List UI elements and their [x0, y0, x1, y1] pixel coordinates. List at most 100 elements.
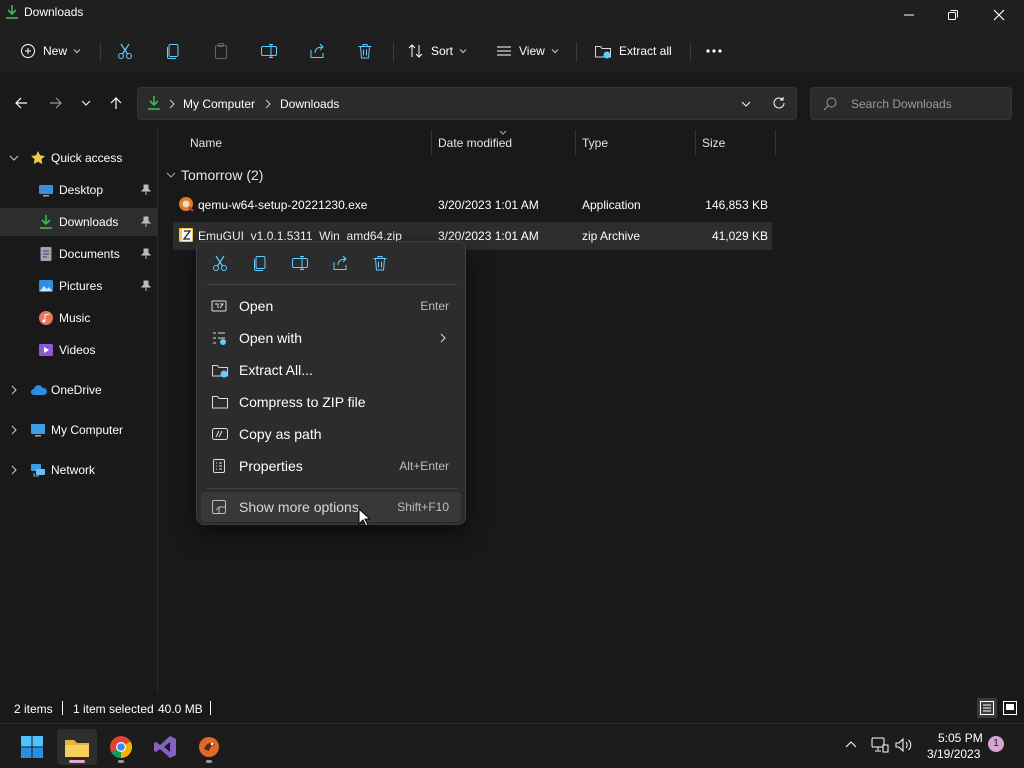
- paste-button[interactable]: [212, 34, 230, 68]
- desktop-icon: [38, 182, 54, 198]
- cut-button[interactable]: [116, 34, 134, 68]
- running-indicator: [69, 760, 85, 763]
- chevron-right-icon[interactable]: [9, 465, 19, 475]
- address-history-chevron-icon[interactable]: [741, 99, 751, 109]
- network-status-icon[interactable]: [871, 737, 889, 753]
- menu-item-compress-to-zip[interactable]: Compress to ZIP file: [201, 387, 461, 417]
- scissors-icon: [211, 254, 229, 272]
- view-list-icon: [496, 43, 512, 59]
- sidebar-item-network[interactable]: Network: [0, 456, 158, 484]
- menu-item-extract-all[interactable]: Extract All...: [201, 355, 461, 385]
- group-header[interactable]: Tomorrow (2): [181, 167, 263, 183]
- sidebar-item-music[interactable]: Music: [0, 304, 158, 332]
- sidebar-item-videos[interactable]: Videos: [0, 336, 158, 364]
- context-rename-button[interactable]: [285, 252, 315, 274]
- share-button[interactable]: [308, 34, 326, 68]
- sidebar-item-onedrive[interactable]: OneDrive: [0, 376, 158, 404]
- running-indicator: [118, 760, 124, 763]
- sidebar-item-desktop[interactable]: Desktop: [0, 176, 158, 204]
- menu-item-copy-as-path[interactable]: Copy as path: [201, 419, 461, 449]
- item-count: 2 items: [14, 702, 53, 716]
- context-share-button[interactable]: [325, 252, 355, 274]
- search-input[interactable]: Search Downloads: [851, 97, 952, 111]
- refresh-icon[interactable]: [772, 96, 786, 110]
- back-button[interactable]: [9, 88, 33, 118]
- sidebar-item-pictures[interactable]: Pictures: [0, 272, 158, 300]
- more-button[interactable]: [705, 34, 723, 68]
- breadcrumb-downloads[interactable]: Downloads: [280, 97, 339, 111]
- sidebar-item-quick-access[interactable]: Quick access: [0, 144, 158, 172]
- sidebar-item-label: Videos: [59, 343, 96, 357]
- column-header-size[interactable]: Size: [702, 136, 725, 156]
- file-row[interactable]: qemu-w64-setup-20221230.exe 3/20/2023 1:…: [173, 191, 772, 219]
- clock-time[interactable]: 5:05 PM: [938, 731, 983, 745]
- search-box[interactable]: Search Downloads: [810, 87, 1012, 120]
- start-button[interactable]: [12, 729, 52, 765]
- recent-locations-button[interactable]: [74, 88, 98, 118]
- download-icon: [38, 214, 54, 230]
- paste-icon: [212, 42, 230, 60]
- extract-all-label: Extract all: [619, 44, 672, 58]
- command-bar: New Sort View Extract all: [0, 30, 1024, 72]
- sidebar-item-downloads[interactable]: Downloads: [0, 208, 158, 236]
- view-button[interactable]: View: [496, 34, 559, 68]
- column-header-date-modified[interactable]: Date modified: [438, 136, 512, 156]
- file-type: zip Archive: [582, 229, 641, 243]
- chevron-right-icon[interactable]: [9, 425, 19, 435]
- context-cut-button[interactable]: [205, 252, 235, 274]
- notification-badge[interactable]: 1: [988, 736, 1004, 752]
- menu-item-properties[interactable]: Properties Alt+Enter: [201, 451, 461, 481]
- address-bar[interactable]: My Computer Downloads: [137, 87, 797, 120]
- context-copy-button[interactable]: [245, 252, 275, 274]
- tiles-view-button[interactable]: [1000, 698, 1020, 718]
- rename-button[interactable]: [260, 34, 278, 68]
- extract-icon: [211, 362, 229, 378]
- new-button[interactable]: New: [20, 34, 81, 68]
- chevron-right-icon[interactable]: [9, 385, 19, 395]
- taskbar-file-explorer[interactable]: [57, 729, 97, 765]
- minimize-button[interactable]: [886, 0, 932, 30]
- chevron-down-icon: [73, 47, 81, 55]
- more-options-icon: [211, 499, 227, 515]
- restore-button[interactable]: [930, 0, 976, 30]
- rename-icon: [260, 42, 278, 60]
- sidebar-item-documents[interactable]: Documents: [0, 240, 158, 268]
- details-view-button[interactable]: [977, 698, 997, 718]
- delete-button[interactable]: [356, 34, 374, 68]
- column-divider[interactable]: [575, 130, 576, 156]
- chevron-up-icon[interactable]: [845, 739, 857, 749]
- close-button[interactable]: [976, 0, 1022, 30]
- divider: [62, 701, 63, 715]
- taskbar-visual-studio[interactable]: [145, 729, 185, 765]
- column-divider[interactable]: [431, 130, 432, 156]
- sidebar-item-my-computer[interactable]: My Computer: [0, 416, 158, 444]
- sidebar-item-label: Music: [59, 311, 91, 325]
- forward-button[interactable]: [44, 88, 68, 118]
- context-delete-button[interactable]: [365, 252, 395, 274]
- column-header-type[interactable]: Type: [582, 136, 608, 156]
- more-dots-icon: [705, 48, 723, 54]
- arrow-left-icon: [14, 96, 28, 110]
- taskbar-chrome[interactable]: [101, 729, 141, 765]
- chevron-down-icon[interactable]: [9, 153, 19, 163]
- group-collapse-chevron-icon[interactable]: [166, 170, 176, 180]
- taskbar-qemu[interactable]: [189, 729, 229, 765]
- divider: [690, 42, 691, 62]
- clock-date[interactable]: 3/19/2023: [927, 747, 980, 761]
- breadcrumb-my-computer[interactable]: My Computer: [183, 97, 255, 111]
- extract-all-button[interactable]: Extract all: [594, 34, 672, 68]
- sort-button[interactable]: Sort: [408, 34, 467, 68]
- sort-label: Sort: [431, 44, 454, 58]
- breadcrumb-chevron-icon: [264, 99, 272, 109]
- column-divider[interactable]: [695, 130, 696, 156]
- volume-icon[interactable]: [895, 737, 913, 753]
- column-divider[interactable]: [775, 130, 776, 156]
- copy-button[interactable]: [164, 34, 182, 68]
- column-header-name[interactable]: Name: [190, 136, 222, 156]
- menu-item-show-more-options[interactable]: Show more options Shift+F10: [201, 492, 461, 522]
- menu-item-open-with[interactable]: Open with: [201, 323, 461, 353]
- up-button[interactable]: [104, 88, 128, 118]
- menu-item-open[interactable]: Open Enter: [201, 291, 461, 321]
- taskbar: 5:05 PM 3/19/2023: [0, 723, 1024, 768]
- divider: [100, 42, 101, 62]
